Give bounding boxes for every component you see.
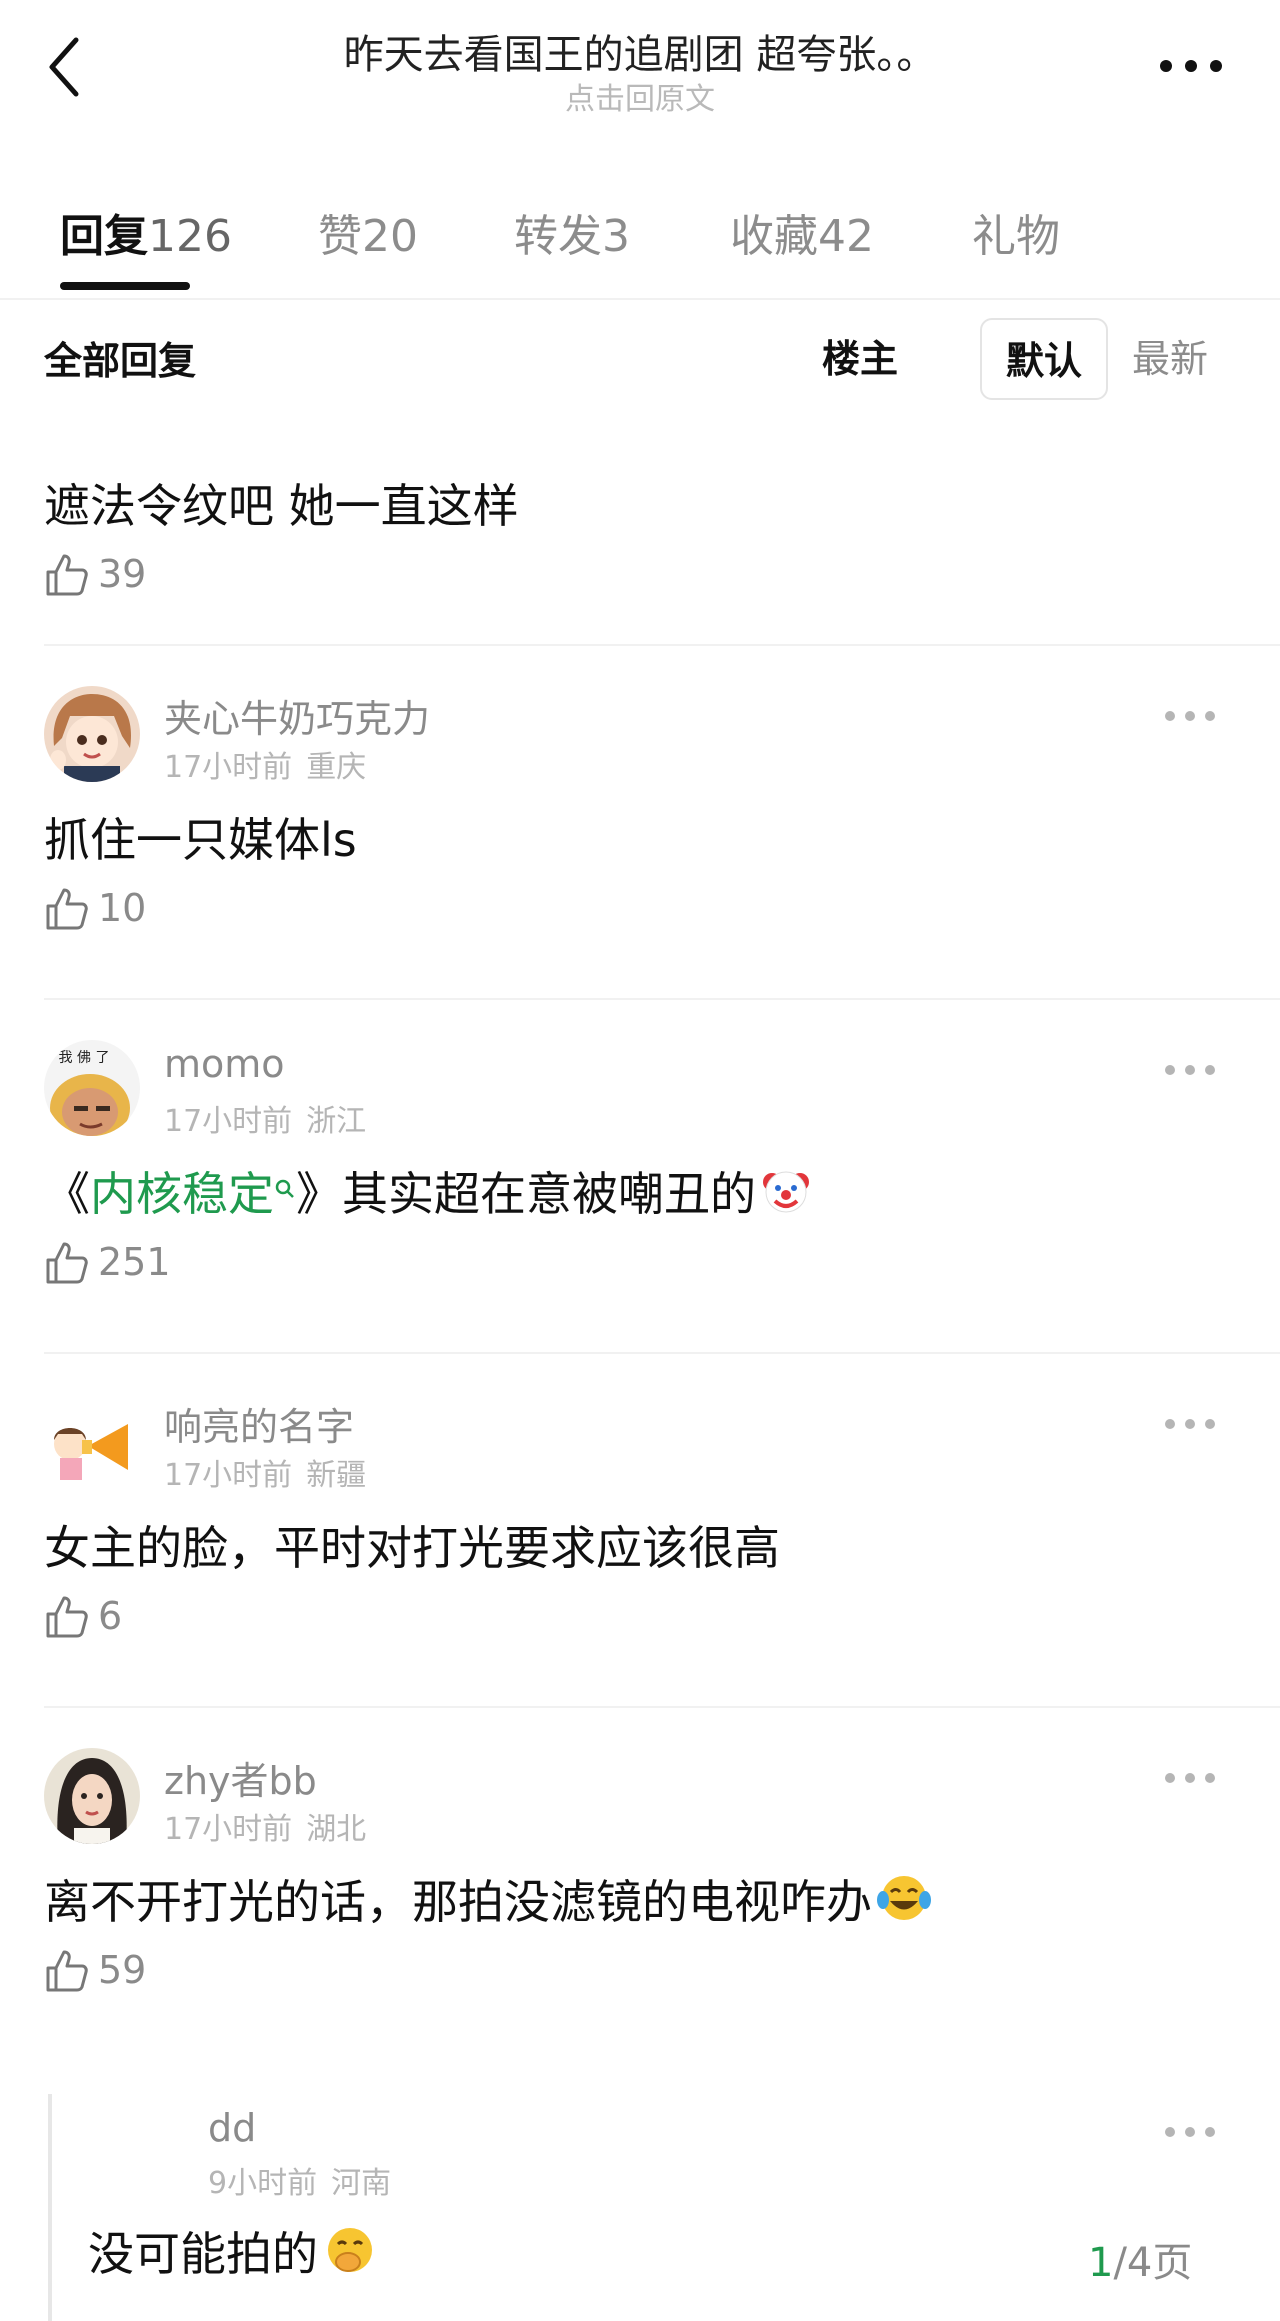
comment-time: 17小时前 [164, 1812, 293, 1847]
thumbs-up-icon [46, 1596, 88, 1638]
comment-location: 重庆 [306, 750, 367, 785]
more-options-button[interactable] [1156, 46, 1226, 86]
like-count: 39 [98, 552, 147, 596]
like-count: 251 [98, 1240, 171, 1284]
comment-text-body: 离不开打光的话，那拍没滤镜的电视咋办 [44, 1875, 872, 1929]
more-horizontal-icon [1165, 1773, 1215, 1783]
avatar[interactable] [44, 686, 140, 782]
sort-latest-button[interactable]: 最新 [1120, 318, 1220, 400]
reply-text-body: 没可能拍的 [88, 2227, 318, 2281]
post-title[interactable]: 昨天去看国王的追剧团 超夸张。。 [200, 22, 1080, 80]
tab-favorites[interactable]: 收藏42 [730, 200, 874, 264]
thumbs-up-icon [46, 888, 88, 930]
reply-filter-bar: 全部回复 楼主 默认 最新 [0, 300, 1280, 410]
comment-meta: 17小时前 新疆 [164, 1450, 366, 1494]
sort-default-button[interactable]: 默认 [980, 318, 1108, 400]
more-horizontal-icon [1165, 2127, 1215, 2137]
avatar[interactable] [44, 1394, 140, 1490]
more-horizontal-icon [1165, 1065, 1215, 1075]
comment-time: 17小时前 [164, 750, 293, 785]
tab-label: 收藏 [730, 211, 818, 262]
comment-more-button[interactable] [1162, 1414, 1218, 1434]
reply-time: 9小时前 [208, 2166, 318, 2201]
comment-meta: 17小时前 重庆 [164, 742, 366, 786]
interaction-tabs: 回复126 赞20 转发3 收藏42 礼物 [0, 190, 1280, 300]
reply-more-button[interactable] [1162, 2122, 1218, 2142]
reply-location: 河南 [331, 2166, 392, 2201]
like-count: 59 [98, 1948, 147, 1992]
avatar-caption: 我 佛 了 [59, 1050, 110, 1066]
comment-divider [44, 1706, 1280, 1708]
comment-text-prefix: 《 [44, 1167, 90, 1221]
comment-text: 抓住一只媒体ls [44, 813, 357, 867]
reply-thread-line [48, 2094, 52, 2321]
comment-divider [44, 644, 1280, 646]
tears-of-joy-face-icon [877, 1876, 931, 1920]
thumbs-up-icon [46, 1950, 88, 1992]
clown-face-icon [763, 1171, 809, 1213]
more-horizontal-icon [1160, 60, 1222, 72]
total-pages: /4 [1113, 2240, 1153, 2286]
all-replies-heading: 全部回复 [44, 339, 197, 383]
tab-label: 礼物 [972, 211, 1060, 262]
hand-over-mouth-face-icon [328, 2228, 372, 2272]
comment-more-button[interactable] [1162, 706, 1218, 726]
username[interactable]: momo [164, 1042, 285, 1086]
more-horizontal-icon [1165, 711, 1215, 721]
thumbs-up-icon [46, 554, 88, 596]
comment-divider [44, 998, 1280, 1000]
comment-text: 遮法令纹吧 她一直这样 [44, 479, 519, 533]
current-page: 1 [1088, 2240, 1114, 2286]
comment-more-button[interactable] [1162, 1768, 1218, 1788]
comment-text: 离不开打光的话，那拍没滤镜的电视咋办 [44, 1866, 932, 1932]
topic-label: 内核稳定 [90, 1167, 274, 1221]
tab-reposts[interactable]: 转发3 [514, 200, 630, 264]
comment-time: 17小时前 [164, 1104, 293, 1139]
active-tab-indicator [60, 282, 190, 290]
comment-time: 17小时前 [164, 1458, 293, 1493]
tab-count: 42 [818, 211, 874, 262]
username[interactable]: 响亮的名字 [164, 1396, 354, 1451]
page-unit: 页 [1152, 2240, 1193, 2286]
topic-link[interactable]: 内核稳定 [90, 1167, 296, 1221]
tab-gifts[interactable]: 礼物 [972, 200, 1060, 264]
reply-meta: 9小时前 河南 [208, 2158, 391, 2202]
thumbs-up-icon [46, 1242, 88, 1284]
comment-location: 浙江 [306, 1104, 367, 1139]
tab-replies[interactable]: 回复126 [60, 200, 232, 264]
comment-divider [44, 1352, 1280, 1354]
comment-more-button[interactable] [1162, 1060, 1218, 1080]
reply-username[interactable]: dd [208, 2106, 256, 2150]
search-icon [275, 1179, 294, 1198]
tab-label: 转发 [514, 211, 602, 262]
tab-count: 3 [602, 211, 630, 262]
page-indicator[interactable]: 1/4页 [1088, 2230, 1192, 2288]
comment-text-suffix: 》其实超在意被嘲丑的 [296, 1167, 756, 1221]
username[interactable]: 夹心牛奶巧克力 [164, 688, 430, 743]
like-count: 6 [98, 1594, 123, 1638]
comment-text: 女主的脸，平时对打光要求应该很高 [44, 1521, 780, 1575]
tab-count: 126 [148, 211, 232, 262]
comment-meta: 17小时前 浙江 [164, 1096, 366, 1140]
filter-owner-button[interactable]: 楼主 [800, 318, 920, 400]
more-horizontal-icon [1165, 1419, 1215, 1429]
comment-text: 《内核稳定 》其实超在意被嘲丑的 [44, 1158, 812, 1224]
avatar[interactable]: 我 佛 了 [44, 1040, 140, 1136]
comment-location: 新疆 [306, 1458, 367, 1493]
tab-likes[interactable]: 赞20 [318, 200, 418, 264]
username[interactable]: zhy者bb [164, 1750, 317, 1805]
tab-count: 20 [362, 211, 418, 262]
comment-location: 湖北 [306, 1812, 367, 1847]
like-count: 10 [98, 886, 147, 930]
back-button[interactable] [44, 32, 84, 102]
view-original-link[interactable]: 点击回原文 [200, 74, 1080, 118]
tab-label: 赞 [318, 211, 362, 262]
top-nav-bar: 昨天去看国王的追剧团 超夸张。。 点击回原文 [0, 0, 1280, 130]
comment-meta: 17小时前 湖北 [164, 1804, 366, 1848]
avatar[interactable] [44, 1748, 140, 1844]
chevron-left-icon [49, 37, 79, 97]
tab-label: 回复 [60, 211, 148, 262]
reply-text: 没可能拍的 [88, 2218, 378, 2284]
